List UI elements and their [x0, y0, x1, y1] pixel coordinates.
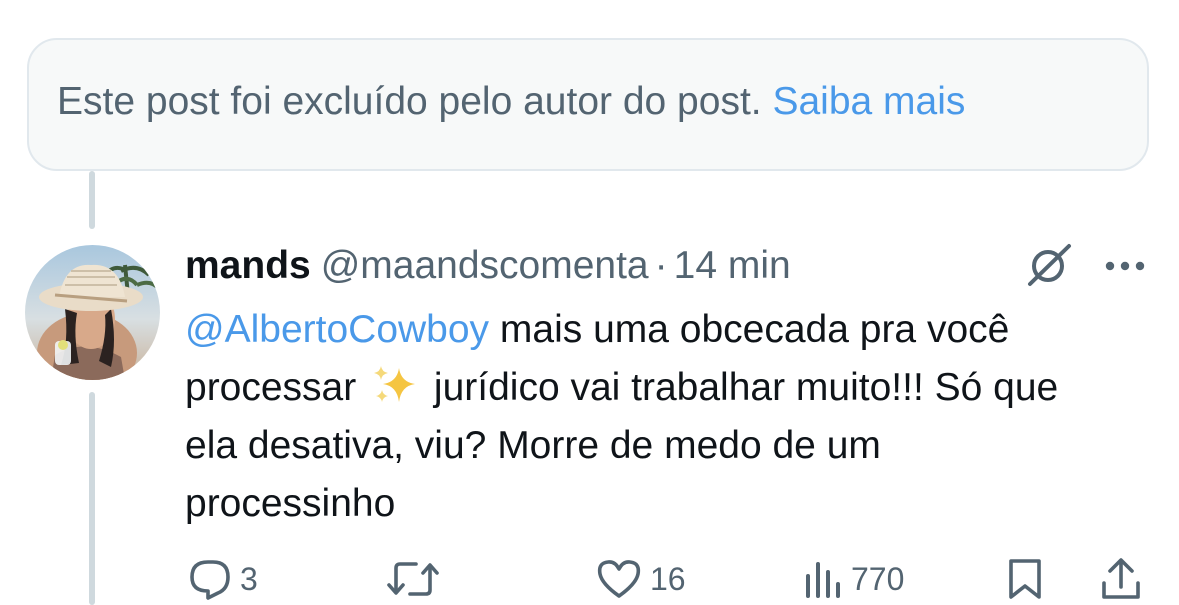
like-button[interactable]: 16: [596, 556, 686, 602]
bookmark-button[interactable]: [1005, 556, 1045, 602]
user-handle[interactable]: @maandscomenta: [321, 244, 649, 287]
learn-more-link[interactable]: Saiba mais: [772, 80, 965, 123]
sparkles-emoji: [371, 364, 419, 406]
display-name[interactable]: mands: [185, 244, 311, 287]
repost-icon: [387, 562, 439, 596]
reply-button[interactable]: 3: [188, 556, 258, 602]
deleted-notice-message: Este post foi excluído pelo autor do pos…: [57, 80, 762, 123]
views-icon: [806, 562, 840, 598]
tweet-header: mands @maandscomenta · 14 min: [185, 242, 791, 290]
mention-link[interactable]: @AlbertoCowboy: [185, 308, 489, 351]
thread-line-top: [89, 171, 95, 229]
separator-dot: ·: [654, 244, 668, 287]
grok-icon[interactable]: [1024, 243, 1074, 287]
thread-line-bottom: [89, 392, 95, 605]
tweet-text: @AlbertoCowboy mais uma obcecada pra voc…: [185, 301, 1085, 533]
share-button[interactable]: [1099, 556, 1143, 602]
like-icon: [597, 560, 641, 598]
share-icon: [1102, 558, 1140, 599]
repost-button[interactable]: [386, 556, 440, 602]
more-icon[interactable]: [1103, 259, 1147, 273]
bookmark-icon: [1009, 559, 1041, 599]
reply-icon: [190, 560, 230, 600]
views-button[interactable]: 770: [803, 556, 904, 602]
deleted-post-notice: Este post foi excluído pelo autor do pos…: [27, 38, 1149, 171]
deleted-post-text: Este post foi excluído pelo autor do pos…: [57, 78, 965, 126]
views-count: 770: [851, 560, 905, 597]
timestamp[interactable]: 14 min: [674, 244, 791, 287]
reply-count: 3: [240, 560, 258, 597]
avatar[interactable]: [25, 245, 160, 380]
like-count: 16: [650, 560, 686, 597]
